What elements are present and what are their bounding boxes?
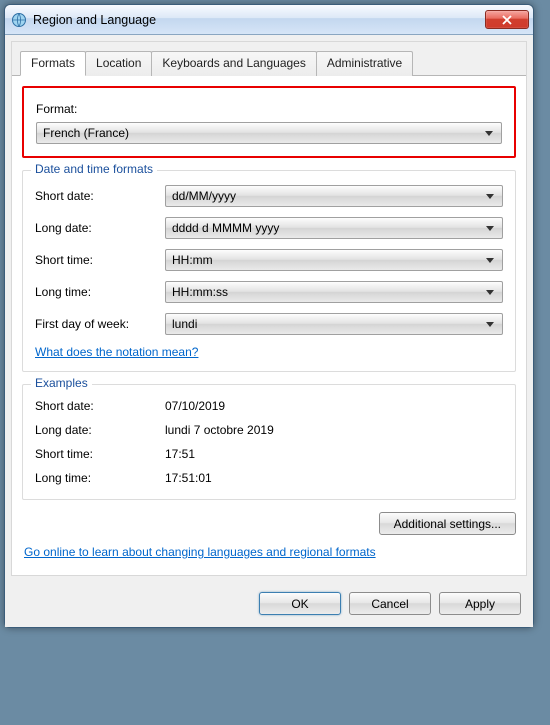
long-time-label: Long time:	[35, 285, 165, 299]
example-short-time: Short time: 17:51	[35, 447, 503, 461]
examples-legend: Examples	[31, 376, 92, 390]
long-date-dropdown[interactable]: dddd d MMMM yyyy	[165, 217, 503, 239]
long-time-dropdown[interactable]: HH:mm:ss	[165, 281, 503, 303]
format-group: Format: French (France)	[22, 86, 516, 158]
close-icon	[501, 15, 513, 25]
first-day-dropdown[interactable]: lundi	[165, 313, 503, 335]
close-button[interactable]	[485, 10, 529, 29]
additional-settings-button[interactable]: Additional settings...	[379, 512, 516, 535]
format-value: French (France)	[43, 126, 129, 140]
cancel-button[interactable]: Cancel	[349, 592, 431, 615]
short-time-dropdown[interactable]: HH:mm	[165, 249, 503, 271]
tab-administrative[interactable]: Administrative	[316, 51, 413, 76]
short-date-dropdown[interactable]: dd/MM/yyyy	[165, 185, 503, 207]
tab-keyboards[interactable]: Keyboards and Languages	[151, 51, 316, 76]
example-short-date: Short date: 07/10/2019	[35, 399, 503, 413]
example-long-date: Long date: lundi 7 octobre 2019	[35, 423, 503, 437]
window-title: Region and Language	[33, 13, 485, 27]
long-date-label: Long date:	[35, 221, 165, 235]
tab-location[interactable]: Location	[85, 51, 152, 76]
long-date-row: Long date: dddd d MMMM yyyy	[35, 217, 503, 239]
tab-strip: Formats Location Keyboards and Languages…	[12, 42, 526, 76]
notation-link[interactable]: What does the notation mean?	[35, 345, 503, 359]
short-time-row: Short time: HH:mm	[35, 249, 503, 271]
short-date-label: Short date:	[35, 189, 165, 203]
examples-group: Examples Short date: 07/10/2019 Long dat…	[22, 384, 516, 500]
client-area: Formats Location Keyboards and Languages…	[11, 41, 527, 576]
short-date-row: Short date: dd/MM/yyyy	[35, 185, 503, 207]
date-time-legend: Date and time formats	[31, 162, 157, 176]
globe-icon	[11, 12, 27, 28]
first-day-label: First day of week:	[35, 317, 165, 331]
short-time-label: Short time:	[35, 253, 165, 267]
date-time-formats-group: Date and time formats Short date: dd/MM/…	[22, 170, 516, 372]
region-language-dialog: Region and Language Formats Location Key…	[4, 4, 534, 628]
apply-button[interactable]: Apply	[439, 592, 521, 615]
format-dropdown[interactable]: French (France)	[36, 122, 502, 144]
example-long-time: Long time: 17:51:01	[35, 471, 503, 485]
format-label: Format:	[36, 102, 502, 116]
tab-formats[interactable]: Formats	[20, 51, 86, 76]
dialog-buttons: OK Cancel Apply	[5, 582, 533, 627]
long-time-row: Long time: HH:mm:ss	[35, 281, 503, 303]
titlebar[interactable]: Region and Language	[5, 5, 533, 35]
ok-button[interactable]: OK	[259, 592, 341, 615]
online-help-link[interactable]: Go online to learn about changing langua…	[24, 545, 516, 559]
first-day-row: First day of week: lundi	[35, 313, 503, 335]
